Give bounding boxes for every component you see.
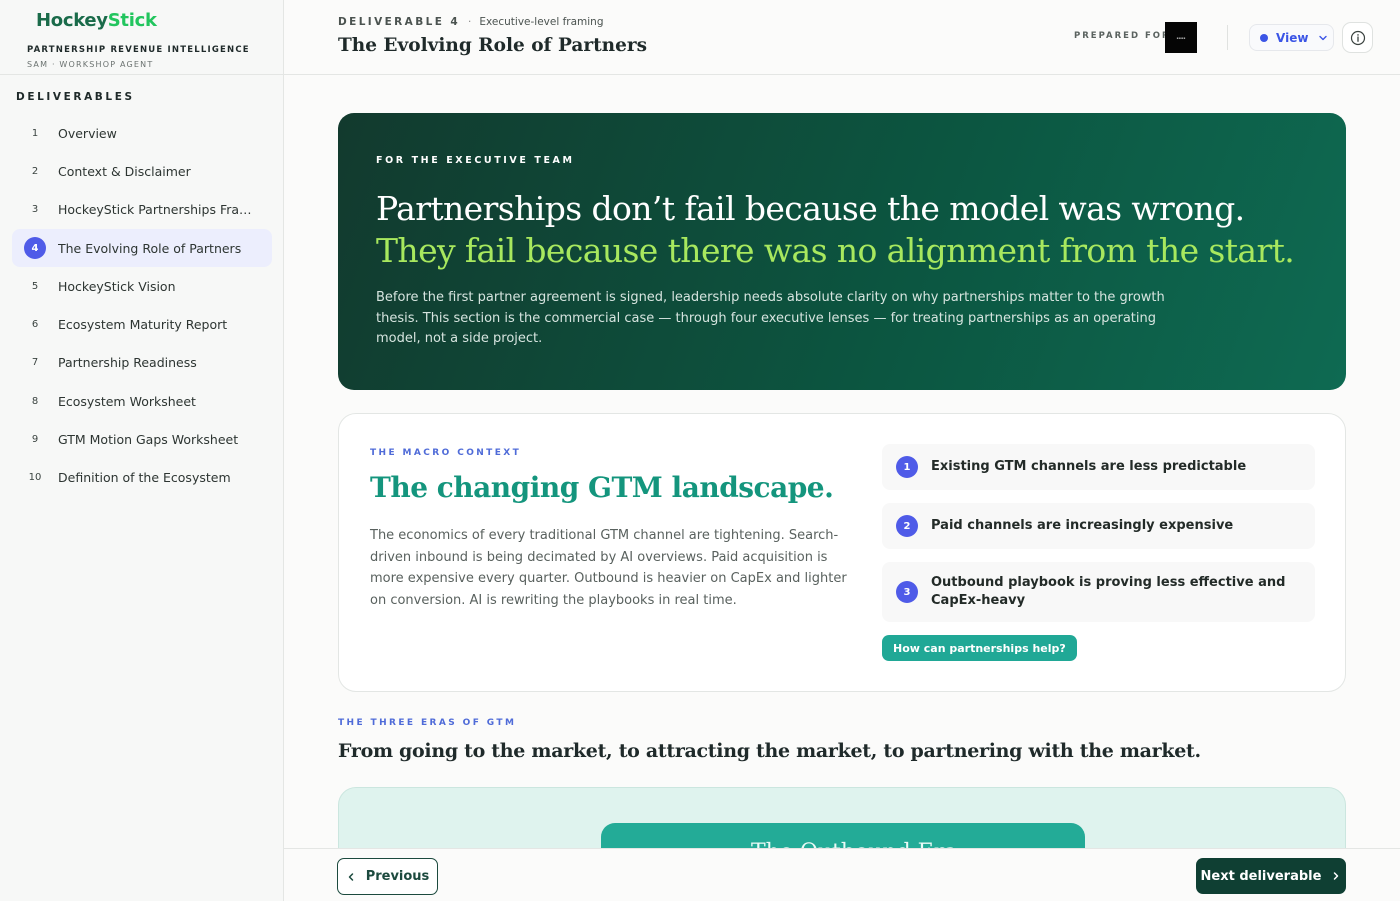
sidebar-item-label: Context & Disclaimer — [58, 163, 191, 179]
footer-nav: Previous Next deliverable — [284, 848, 1400, 901]
chevron-right-icon — [1334, 872, 1339, 880]
sidebar-item-6[interactable]: 6 Ecosystem Maturity Report — [12, 305, 272, 343]
top-header: DELIVERABLE 4 · Executive-level framing … — [284, 0, 1400, 75]
client-logo: ▪▪▪▪ — [1165, 22, 1197, 53]
macro-point-number: 1 — [896, 456, 918, 478]
sidebar-item-label: GTM Motion Gaps Worksheet — [58, 432, 239, 448]
sidebar-item-number: 1 — [31, 127, 39, 139]
sidebar-item-3[interactable]: 3 HockeyStick Partnerships Framework — [12, 191, 272, 229]
eras-title: From going to the market, to attracting … — [338, 740, 1201, 762]
macro-point-label: Existing GTM channels are less predictab… — [931, 459, 1247, 474]
sidebar-item-label: HockeyStick Partnerships Framework — [58, 202, 263, 218]
macro-point-item: 1 Existing GTM channels are less predicta… — [882, 444, 1315, 490]
next-deliverable-button[interactable]: Next deliverable — [1196, 858, 1346, 894]
macro-point-label: Outbound playbook is proving less effect… — [931, 575, 1286, 608]
sidebar-item-number: 7 — [31, 357, 39, 369]
deliverables-heading: DELIVERABLES — [16, 91, 135, 103]
sidebar-item-label: Ecosystem Worksheet — [58, 393, 196, 409]
logo-text-part1: Hockey — [36, 10, 108, 31]
macro-point-item: 2 Paid channels are increasingly expensiv… — [882, 503, 1315, 549]
status-dot-icon — [1260, 33, 1268, 42]
framing-label: Executive-level framing — [479, 16, 604, 28]
sidebar-item-label: The Evolving Role of Partners — [58, 240, 242, 256]
sidebar-item-label: Partnership Readiness — [58, 355, 197, 371]
macro-kicker: THE MACRO CONTEXT — [370, 448, 522, 458]
macro-points-list: 1 Existing GTM channels are less predicta… — [882, 444, 1315, 635]
hero-body: Before the first partner agreement is si… — [376, 290, 1165, 346]
next-label: Next deliverable — [1200, 868, 1322, 884]
macro-title: The changing GTM landscape. — [370, 471, 834, 504]
hero-headline-line2: They fail because there was no alignment… — [376, 231, 1295, 270]
breadcrumb-separator: · — [468, 16, 472, 28]
brand-subtitle: PARTNERSHIP REVENUE INTELLIGENCE — [27, 45, 250, 55]
info-button[interactable] — [1342, 22, 1373, 53]
executive-hero-card: FOR THE EXECUTIVE TEAM Partnerships don’… — [338, 113, 1346, 390]
info-icon — [1350, 30, 1365, 45]
previous-button[interactable]: Previous — [337, 858, 438, 895]
hero-headline-line1: Partnerships don’t fail because the mode… — [376, 189, 1245, 228]
sidebar-item-number: 6 — [31, 319, 39, 331]
brand-block: HockeyStick PARTNERSHIP REVENUE INTELLIG… — [0, 0, 283, 75]
sidebar-item-2[interactable]: 2 Context & Disclaimer — [12, 152, 272, 190]
sidebar-item-1[interactable]: 1 Overview — [12, 114, 272, 152]
macro-point-number: 2 — [896, 515, 918, 537]
deliverables-nav: 1 Overview 2 Context & Disclaimer 3 HockeySti… — [12, 114, 272, 497]
sidebar-item-number: 4 — [24, 237, 46, 260]
logo-text-part2: Stick — [107, 10, 157, 31]
breadcrumb: DELIVERABLE 4 · Executive-level framing — [338, 16, 604, 28]
macro-body: The economics of every traditional GTM c… — [370, 528, 847, 609]
chevron-left-icon — [348, 872, 353, 881]
previous-label: Previous — [365, 869, 430, 884]
how-can-partnerships-help-button[interactable]: How can partnerships help? — [882, 635, 1077, 661]
sidebar-item-9[interactable]: 9 GTM Motion Gaps Worksheet — [12, 420, 272, 458]
sidebar-item-5[interactable]: 5 HockeyStick Vision — [12, 267, 272, 305]
sidebar-item-number: 8 — [31, 395, 39, 407]
agent-label: SAM · WORKSHOP AGENT — [27, 60, 154, 69]
sidebar-item-number: 3 — [31, 204, 39, 216]
sidebar-item-10[interactable]: 10 Definition of the Ecosystem — [12, 459, 272, 497]
view-dropdown-button[interactable]: View — [1249, 24, 1334, 51]
sidebar-item-7[interactable]: 7 Partnership Readiness — [12, 344, 272, 382]
header-divider — [1227, 25, 1228, 50]
chevron-down-icon — [1319, 35, 1328, 40]
sidebar-item-number: 5 — [31, 280, 39, 292]
hockeystick-logo[interactable]: HockeyStick — [36, 10, 256, 31]
sidebar: HockeyStick PARTNERSHIP REVENUE INTELLIG… — [0, 0, 284, 901]
sidebar-item-4[interactable]: 4 The Evolving Role of Partners — [12, 228, 272, 268]
hero-kicker: FOR THE EXECUTIVE TEAM — [376, 155, 575, 166]
page-title: The Evolving Role of Partners — [338, 35, 648, 56]
sidebar-item-label: Definition of the Ecosystem — [58, 470, 231, 486]
macro-context-card: THE MACRO CONTEXT The changing GTM lands… — [338, 413, 1346, 692]
sidebar-item-label: Ecosystem Maturity Report — [58, 317, 228, 333]
sidebar-item-number: 2 — [31, 165, 39, 177]
eras-kicker: THE THREE ERAS OF GTM — [338, 718, 517, 728]
macro-point-number: 3 — [896, 581, 918, 603]
macro-point-item: 3 Outbound playbook is proving less effec… — [882, 562, 1315, 622]
prepared-for-label: PREPARED FOR — [1074, 31, 1171, 41]
deliverable-number: DELIVERABLE 4 — [338, 16, 461, 28]
sidebar-item-8[interactable]: 8 Ecosystem Worksheet — [12, 382, 272, 420]
sidebar-item-number: 9 — [31, 434, 39, 446]
macro-point-label: Paid channels are increasingly expensive — [931, 518, 1234, 533]
sidebar-item-number: 10 — [28, 472, 42, 484]
view-label: View — [1276, 30, 1309, 45]
sidebar-item-label: Overview — [58, 125, 117, 141]
sidebar-item-label: HockeyStick Vision — [58, 278, 176, 294]
